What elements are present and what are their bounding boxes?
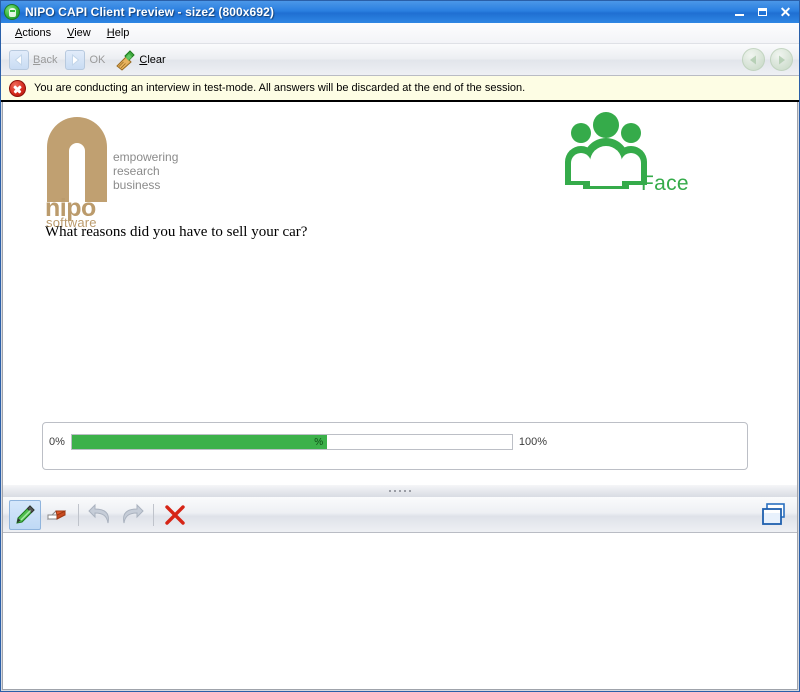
error-circle-icon <box>9 79 26 97</box>
cascade-windows-tool[interactable] <box>757 501 787 534</box>
nipo-tagline-line3: business <box>113 178 161 192</box>
window-title: NIPO CAPI Client Preview - size2 (800x69… <box>25 5 274 19</box>
drawing-canvas[interactable] <box>3 533 797 689</box>
splitter-grip <box>389 490 411 492</box>
eraser-icon <box>46 509 67 520</box>
clear-button[interactable]: Clear <box>111 47 171 73</box>
menu-item-view[interactable]: View <box>59 25 99 41</box>
redo-arrow-icon <box>123 503 144 523</box>
menu-item-view-rest: iew <box>74 27 91 39</box>
ok-button[interactable]: OK <box>63 48 111 72</box>
content-area: nipo software empowering research busine… <box>1 102 799 691</box>
drawing-pane <box>2 497 798 690</box>
undo-tool[interactable] <box>84 500 116 530</box>
undo-arrow-icon <box>88 503 109 523</box>
nipo-tagline-line1: empowering <box>113 150 179 164</box>
close-button[interactable]: ✕ <box>775 3 796 21</box>
back-button-label: Back <box>33 53 58 66</box>
chevron-right-icon <box>65 49 86 70</box>
pane-splitter[interactable] <box>2 485 798 497</box>
nipo-app-icon <box>4 4 20 20</box>
menu-item-help[interactable]: Help <box>99 25 138 41</box>
pen-tool[interactable] <box>9 499 41 530</box>
question-text: What reasons did you have to sell your c… <box>45 224 308 240</box>
circle-arrow-left-icon[interactable] <box>742 48 765 71</box>
menu-bar: Actions View Help <box>1 23 799 44</box>
menu-item-help-rest: elp <box>114 27 130 39</box>
maximize-button[interactable] <box>752 3 773 21</box>
ok-button-label: OK <box>89 53 106 66</box>
drawing-toolbar <box>3 497 797 533</box>
nipo-logo: nipo software empowering research busine… <box>45 117 245 232</box>
progress-min-label: 0% <box>49 436 65 448</box>
delete-tool[interactable] <box>159 500 191 530</box>
toolbar-separator-2 <box>153 503 154 526</box>
title-bar: NIPO CAPI Client Preview - size2 (800x69… <box>1 1 799 23</box>
test-mode-warning-bar: You are conducting an interview in test-… <box>1 76 799 102</box>
minimize-button[interactable] <box>729 3 750 21</box>
app-window: NIPO CAPI Client Preview - size2 (800x69… <box>0 0 800 692</box>
circle-arrow-right-icon[interactable] <box>770 48 793 71</box>
menu-item-actions[interactable]: Actions <box>7 25 59 41</box>
face-logo: Face <box>559 110 729 205</box>
pen-icon <box>16 504 35 524</box>
red-x-icon <box>165 504 185 525</box>
clear-button-label: Clear <box>139 53 166 66</box>
redo-tool[interactable] <box>116 500 148 530</box>
window-controls: ✕ <box>729 3 796 21</box>
face-logo-label: Face <box>641 172 689 195</box>
test-mode-warning-text: You are conducting an interview in test-… <box>34 82 526 94</box>
broom-icon <box>113 49 136 71</box>
toolbar-separator-1 <box>78 503 79 526</box>
nipo-n-mark <box>47 117 107 202</box>
menu-item-actions-rest: ctions <box>22 27 52 39</box>
nav-circle-group <box>742 48 793 71</box>
nipo-tagline-line2: research <box>113 164 160 178</box>
eraser-tool[interactable] <box>41 500 73 530</box>
progress-group-box: 0% % 100% <box>42 422 748 470</box>
progress-slider-track[interactable]: % <box>70 434 513 450</box>
back-button[interactable]: Back <box>7 48 63 72</box>
cascade-windows-icon <box>762 503 785 525</box>
progress-max-label: 100% <box>518 436 548 448</box>
nipo-tagline: empowering research business <box>113 150 178 192</box>
progress-value-label: % <box>314 436 324 448</box>
progress-slider-fill[interactable]: % <box>71 435 328 449</box>
main-toolbar: Back OK Clear <box>1 44 799 76</box>
question-pane: nipo software empowering research busine… <box>2 102 798 485</box>
chevron-left-icon <box>9 49 29 70</box>
progress-row: 0% % 100% <box>49 434 547 450</box>
